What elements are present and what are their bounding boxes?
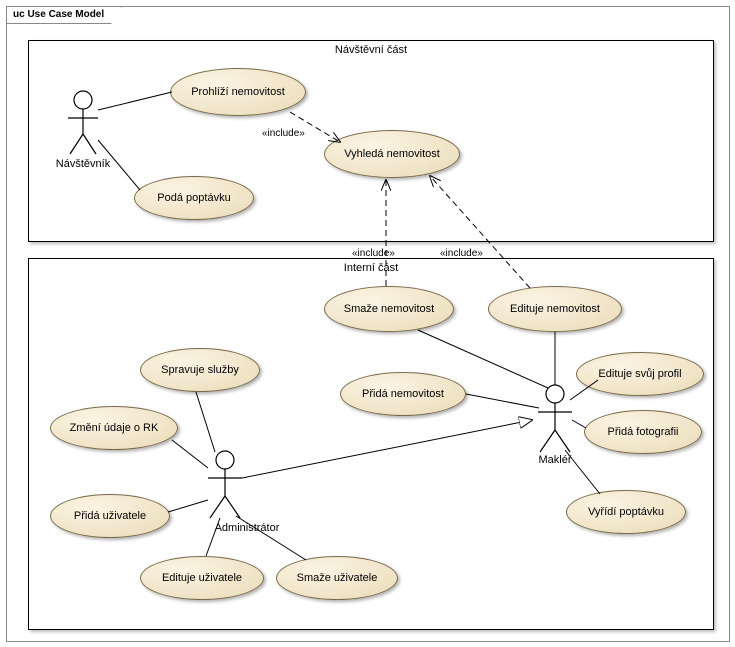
usecase-search: Vyhledá nemovitost — [324, 130, 460, 178]
usecase-delete-prop: Smaže nemovitost — [324, 286, 454, 332]
usecase-edit-prop: Edituje nemovitost — [488, 286, 622, 332]
usecase-edit-profile: Edituje svůj profil — [576, 352, 704, 396]
usecase-add-prop: Přidá nemovitost — [340, 372, 466, 416]
usecase-submit-demand: Podá poptávku — [134, 176, 254, 220]
system-visitor-title: Návštěvní část — [335, 44, 407, 56]
usecase-change-rk: Změní údaje o RK — [50, 406, 178, 450]
usecase-add-user: Přidá uživatele — [50, 494, 170, 538]
system-internal-title: Interní část — [344, 262, 398, 274]
stereotype-include-1: «include» — [262, 128, 305, 139]
usecase-edit-user: Edituje uživatele — [140, 556, 264, 600]
stereotype-include-3: «include» — [440, 248, 483, 259]
diagram-canvas: uc Use Case Model Návštěvní část Interní… — [0, 0, 735, 647]
actor-visitor-label: Návštěvník — [33, 158, 133, 170]
actor-broker-label: Makléř — [505, 454, 605, 466]
usecase-add-photo: Přidá fotografii — [584, 410, 702, 454]
actor-admin-label: Administrátor — [197, 522, 297, 534]
usecase-delete-user: Smaže uživatele — [276, 556, 398, 600]
usecase-browse: Prohlíží nemovitost — [170, 68, 306, 116]
usecase-handle-demand: Vyřídí poptávku — [566, 490, 686, 534]
usecase-manage-services: Spravuje služby — [140, 348, 260, 392]
stereotype-include-2: «include» — [352, 248, 395, 259]
frame-title: uc Use Case Model — [6, 6, 121, 24]
